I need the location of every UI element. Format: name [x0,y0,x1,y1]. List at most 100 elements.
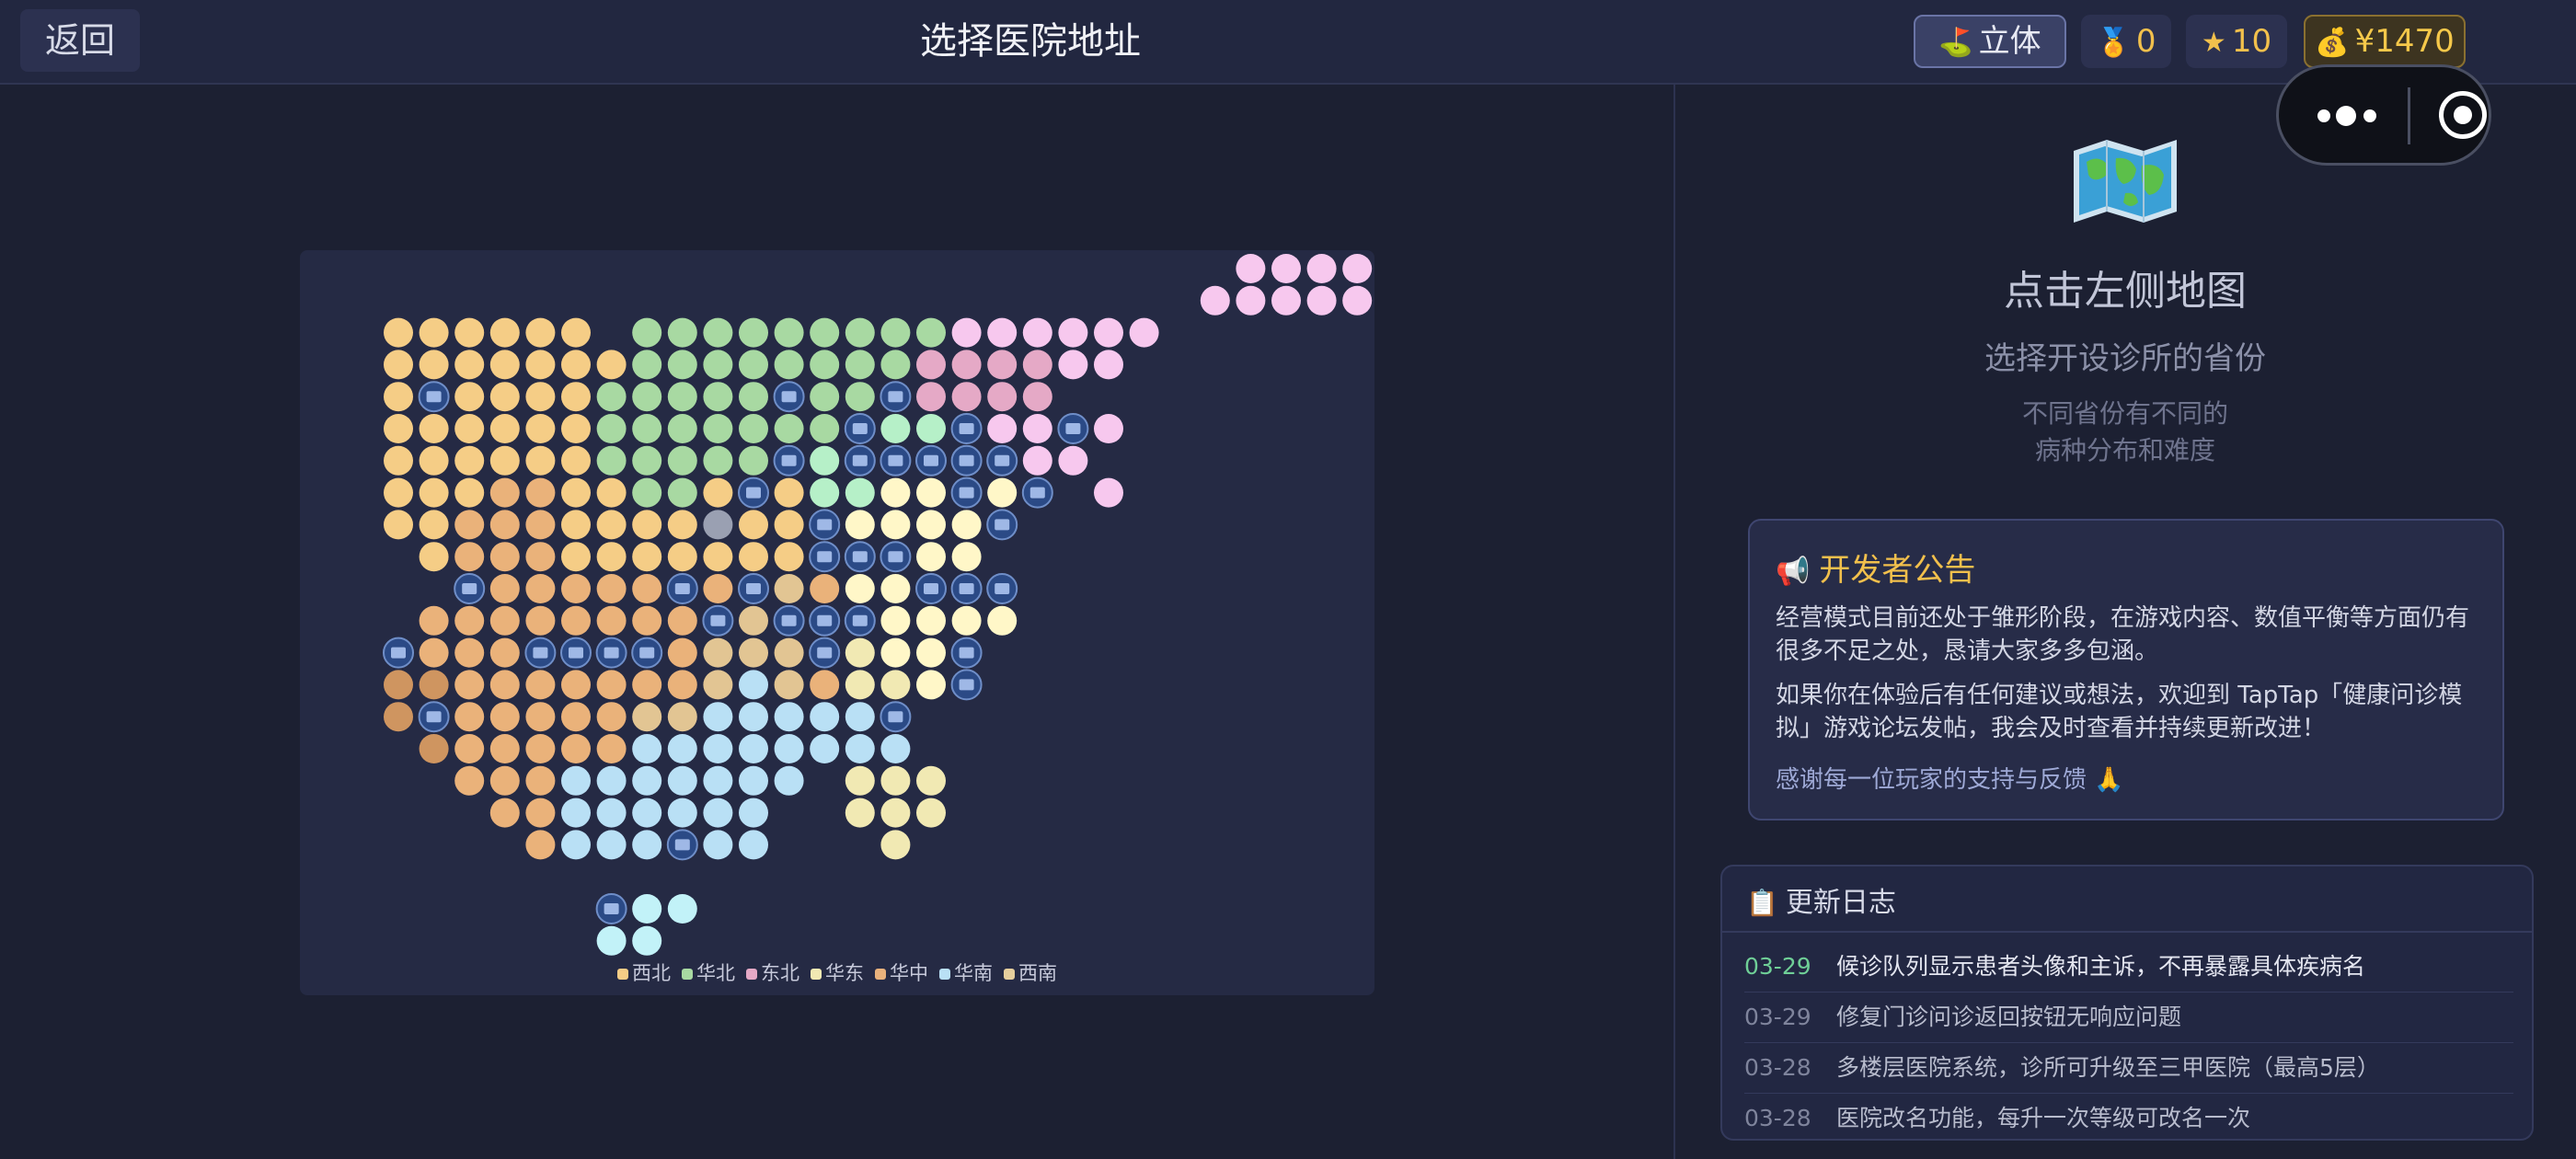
province-cell[interactable] [489,477,520,508]
province-cell[interactable] [739,702,768,732]
province-cell[interactable] [951,605,982,636]
province-cell[interactable] [810,670,840,700]
province-cell[interactable] [419,445,449,476]
more-options-icon[interactable] [2317,102,2382,130]
province-cell[interactable] [1306,285,1337,316]
province-cell[interactable] [561,414,591,443]
province-cell[interactable] [845,734,875,763]
province-cell[interactable] [419,317,449,348]
province-cell[interactable] [561,477,591,508]
province-cell[interactable] [916,605,946,636]
province-cell[interactable] [596,477,627,508]
province-cell[interactable] [1058,350,1088,380]
province-cell[interactable] [880,637,911,668]
province-cell[interactable] [703,414,733,443]
province-cell[interactable] [561,574,591,603]
province-cell[interactable] [561,702,591,732]
province-cell[interactable] [1022,445,1052,476]
province-cell[interactable] [739,798,768,828]
province-cell[interactable] [489,798,520,828]
province-cell[interactable] [880,350,911,380]
province-cell[interactable] [525,798,556,828]
province-cell[interactable] [739,637,768,668]
province-cell[interactable] [739,382,768,412]
province-cell[interactable] [703,350,733,380]
province-cell[interactable] [489,542,520,572]
province-cell[interactable] [1236,254,1266,283]
province-cell[interactable] [454,637,485,668]
province-cell[interactable] [454,317,485,348]
province-cell[interactable] [774,542,804,572]
province-cell[interactable] [1094,317,1123,348]
province-cell[interactable] [916,670,946,700]
province-cell[interactable] [632,414,662,443]
province-cell[interactable] [774,477,804,508]
province-cell[interactable] [774,317,804,348]
province-cell[interactable] [667,414,697,443]
province-cell[interactable] [1271,254,1301,283]
province-cell[interactable] [739,414,768,443]
province-cell[interactable] [419,510,449,540]
view-mode-toggle[interactable]: ⛳ 立体 [1914,15,2066,68]
province-cell[interactable] [632,510,662,540]
province-cell[interactable] [667,637,697,668]
province-cell[interactable] [632,830,662,860]
province-cell[interactable] [1342,254,1373,283]
province-cell[interactable] [596,542,627,572]
province-cell[interactable] [454,382,485,412]
province-cell[interactable] [489,702,520,732]
province-cell[interactable] [739,350,768,380]
province-cell[interactable] [632,382,662,412]
province-cell[interactable] [561,734,591,763]
province-cell[interactable] [667,317,697,348]
province-cell[interactable] [845,798,875,828]
province-cell[interactable] [951,350,982,380]
province-cell[interactable] [703,510,733,540]
province-cell[interactable] [880,670,911,700]
province-cell[interactable] [525,670,556,700]
province-cell[interactable] [384,317,413,348]
province-cell[interactable] [384,414,413,443]
province-cell[interactable] [703,445,733,476]
province-cell[interactable] [703,765,733,796]
province-cell[interactable] [1058,317,1088,348]
province-cell[interactable] [810,702,840,732]
province-cell[interactable] [916,510,946,540]
province-cell[interactable] [703,574,733,603]
province-cell[interactable] [987,414,1018,443]
province-cell[interactable] [845,574,875,603]
province-cell[interactable] [916,350,946,380]
province-cell[interactable] [845,670,875,700]
province-cell[interactable] [880,477,911,508]
province-cell[interactable] [384,510,413,540]
province-cell[interactable] [739,605,768,636]
province-cell[interactable] [774,702,804,732]
province-cell[interactable] [987,382,1018,412]
province-cell[interactable] [774,414,804,443]
province-cell[interactable] [739,510,768,540]
province-cell[interactable] [525,350,556,380]
province-cell[interactable] [596,702,627,732]
province-cell[interactable] [561,350,591,380]
province-cell[interactable] [561,510,591,540]
province-cell[interactable] [1094,477,1123,508]
province-cell[interactable] [384,445,413,476]
province-cell[interactable] [703,477,733,508]
province-cell[interactable] [561,765,591,796]
province-cell[interactable] [1236,285,1266,316]
province-cell[interactable] [596,765,627,796]
province-cell[interactable] [987,317,1018,348]
province-cell[interactable] [880,798,911,828]
province-cell[interactable] [596,510,627,540]
province-cell[interactable] [489,734,520,763]
province-cell[interactable] [739,830,768,860]
province-cell[interactable] [525,445,556,476]
province-cell[interactable] [454,734,485,763]
province-cell[interactable] [632,734,662,763]
province-cell[interactable] [774,350,804,380]
province-cell[interactable] [667,605,697,636]
province-cell[interactable] [810,477,840,508]
province-cell[interactable] [384,477,413,508]
province-cell[interactable] [525,765,556,796]
province-cell[interactable] [1022,317,1052,348]
